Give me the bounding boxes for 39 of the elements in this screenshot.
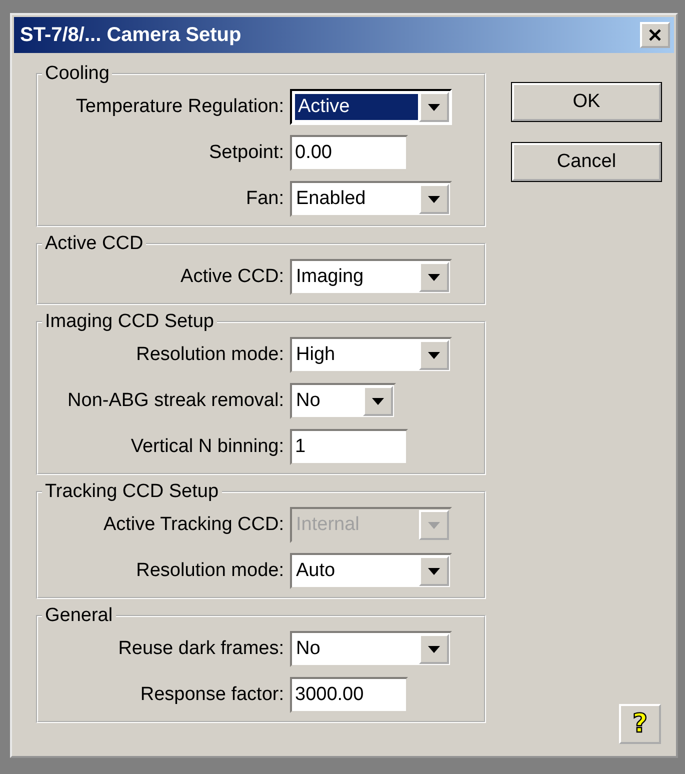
- field-label: Resolution mode:: [135, 560, 284, 582]
- input-field[interactable]: 0.00: [290, 135, 408, 171]
- dialog-button[interactable]: OK: [512, 83, 661, 121]
- field-label: Active Tracking CCD:: [102, 514, 284, 536]
- field-label: Setpoint:: [208, 142, 284, 164]
- field-label: Resolution mode:: [135, 344, 284, 366]
- dropdown[interactable]: High: [290, 337, 452, 373]
- field-label: Fan:: [244, 188, 284, 210]
- dropdown[interactable]: Auto: [290, 553, 452, 589]
- input-field[interactable]: 3000.00: [290, 677, 408, 713]
- field-label: Active CCD:: [180, 266, 284, 288]
- dialog-button[interactable]: Cancel: [512, 143, 661, 181]
- dropdown[interactable]: Imaging: [290, 259, 452, 295]
- dropdown-arrow-icon: [428, 352, 440, 358]
- input-field[interactable]: 1: [290, 429, 408, 465]
- dropdown-arrow-icon: [428, 274, 440, 280]
- dropdown-arrow-icon: [428, 196, 440, 202]
- dropdown-arrow-icon: [428, 646, 440, 652]
- field-label: Reuse dark frames:: [117, 638, 284, 660]
- dropdown[interactable]: Enabled: [290, 181, 452, 217]
- dropdown-arrow-icon: [428, 522, 440, 528]
- group-title: Active CCD: [44, 233, 144, 255]
- close-button[interactable]: [640, 22, 670, 48]
- field-label: Non-ABG streak removal:: [66, 390, 284, 412]
- close-icon: [648, 29, 662, 41]
- dropdown[interactable]: Active: [290, 89, 452, 125]
- group-title: General: [44, 605, 114, 627]
- group-title: Cooling: [44, 63, 110, 85]
- dropdown-arrow-icon: [372, 398, 384, 404]
- dropdown-arrow-icon: [428, 104, 440, 110]
- group-title: Tracking CCD Setup: [44, 481, 220, 503]
- field-label: Vertical N binning:: [130, 436, 284, 458]
- group-title: Imaging CCD Setup: [44, 311, 215, 333]
- dropdown[interactable]: No: [290, 383, 396, 419]
- dropdown[interactable]: No: [290, 631, 452, 667]
- field-label: Temperature Regulation:: [74, 96, 284, 118]
- dropdown-arrow-icon: [428, 568, 440, 574]
- field-label: Response factor:: [139, 684, 284, 706]
- window-title: ST-7/8/... Camera Setup: [20, 24, 242, 46]
